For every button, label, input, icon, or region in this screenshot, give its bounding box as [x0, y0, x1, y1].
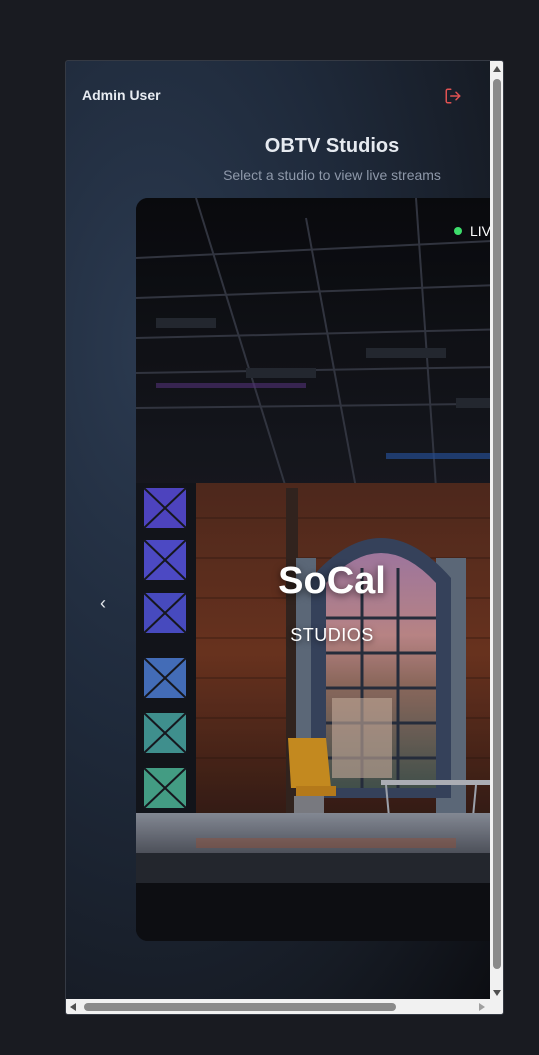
live-label: LIV [470, 223, 492, 239]
carousel-prev-button[interactable]: ‹ [92, 589, 114, 617]
studio-name: SoCal [278, 560, 386, 602]
app-window: Admin User OBTV Studios Select a studio … [65, 60, 504, 1015]
user-name: Admin User [82, 87, 161, 103]
scroll-up-arrow-icon[interactable] [493, 66, 501, 72]
scroll-left-arrow-icon[interactable] [70, 1003, 76, 1011]
chevron-left-icon: ‹ [100, 593, 106, 613]
vertical-scroll-thumb[interactable] [493, 79, 501, 969]
scroll-viewport: Admin User OBTV Studios Select a studio … [66, 61, 492, 1001]
vertical-scrollbar[interactable] [490, 61, 503, 1001]
studio-tagline: STUDIOS [290, 625, 374, 645]
page-title: OBTV Studios [264, 135, 400, 157]
studio-card[interactable]: LIV SoCal STUDIOS [136, 198, 492, 941]
scroll-right-arrow-icon[interactable] [479, 1003, 485, 1011]
logout-icon[interactable] [444, 87, 462, 105]
scroll-down-arrow-icon[interactable] [493, 990, 501, 996]
horizontal-scrollbar[interactable] [66, 999, 503, 1014]
live-badge: LIV [454, 223, 491, 239]
horizontal-scroll-thumb[interactable] [84, 1003, 396, 1011]
page-subtitle: Select a studio to view live streams [223, 167, 441, 183]
live-indicator-dot [454, 227, 462, 235]
